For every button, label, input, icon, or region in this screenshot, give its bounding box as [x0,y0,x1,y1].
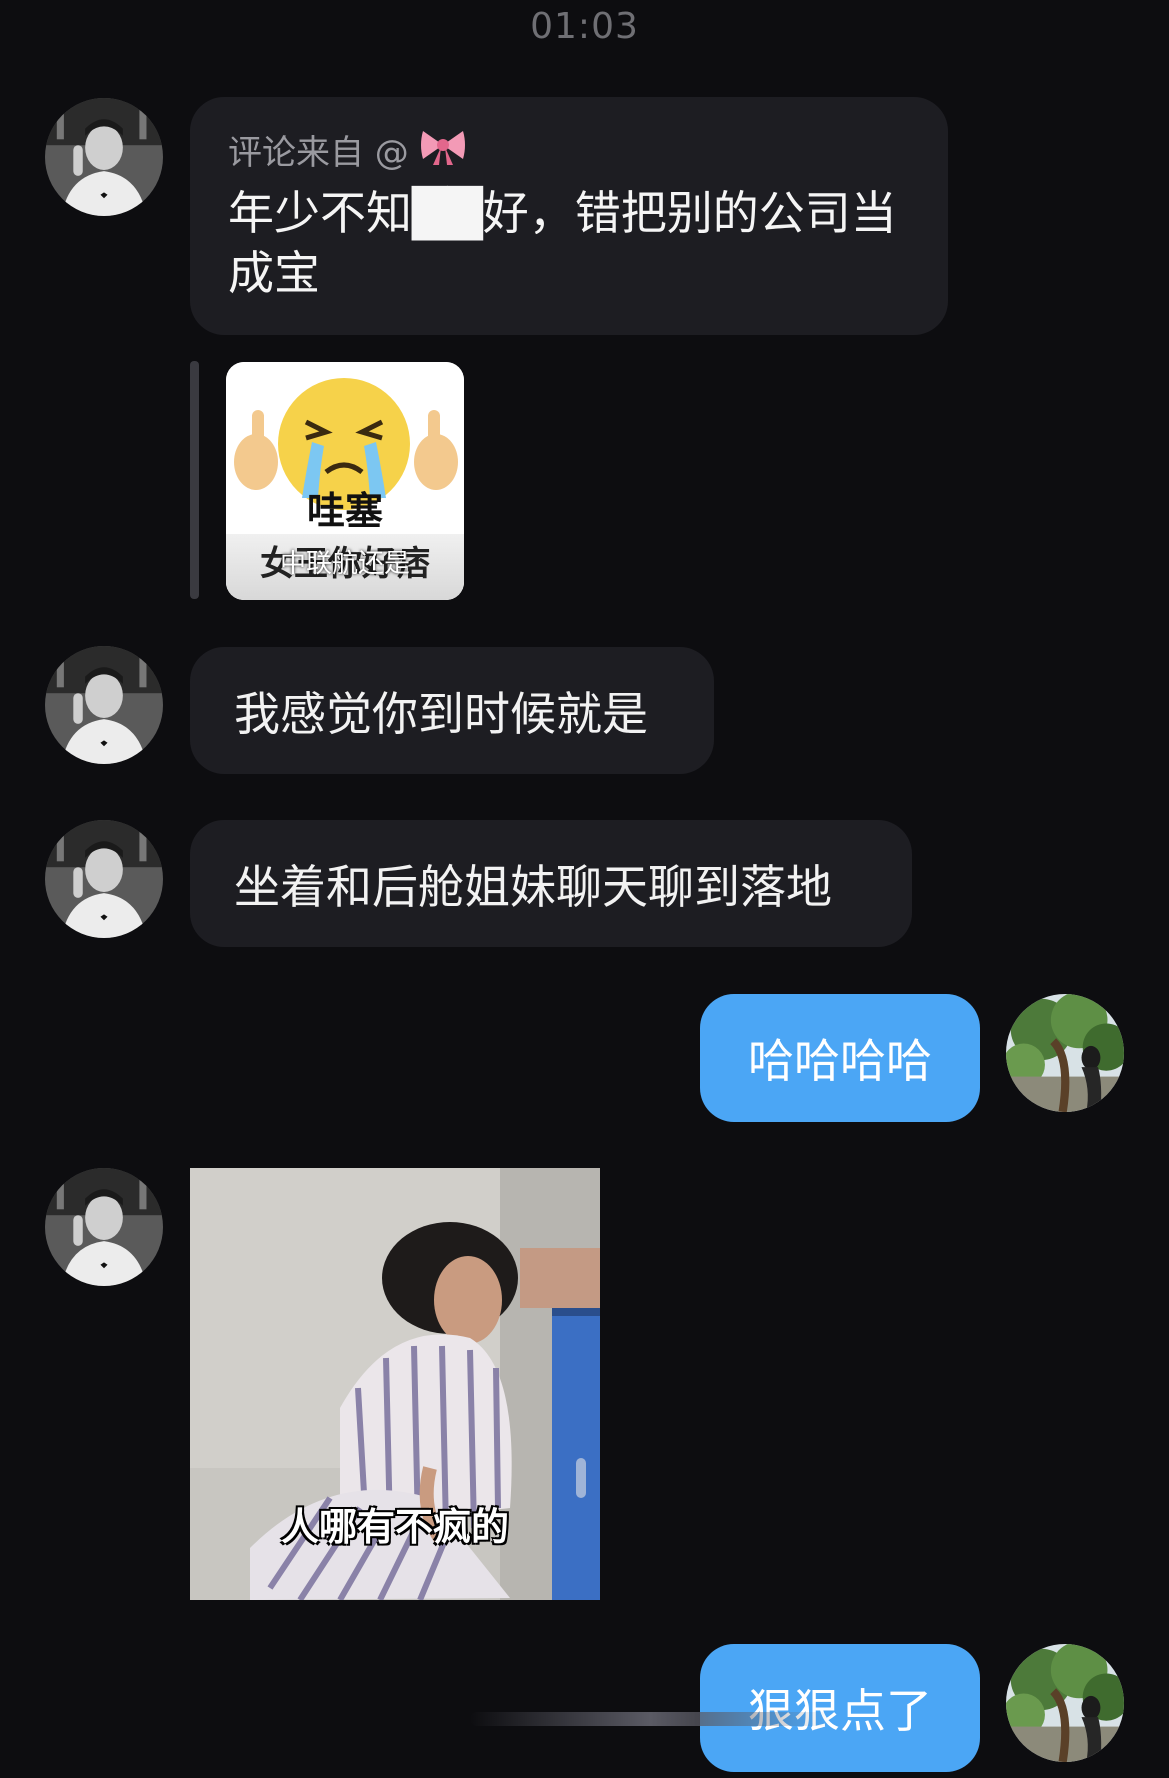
contact-avatar[interactable] [45,1168,163,1286]
message-text: 我感觉你到时候就是 [234,686,648,741]
quote-source: 评论来自 @ [228,125,910,174]
sticker-text-line1: 哇塞 [306,489,383,533]
message-text: 狠狠点了 [748,1684,932,1738]
outgoing-message[interactable]: 狠狠点了 [700,1644,980,1772]
contact-avatar[interactable] [45,98,163,216]
quoted-comment-bubble[interactable]: 评论来自 @ 年少不知██好，错把别的公司当成宝 [190,97,948,335]
bow-emoji-icon [419,125,467,174]
self-avatar[interactable] [1006,1644,1124,1762]
meme-image[interactable]: 人哪有不疯的 [190,1168,600,1600]
incoming-message[interactable]: 我感觉你到时候就是 [190,647,714,774]
quote-source-label: 评论来自 @ [228,132,409,173]
home-indicator[interactable] [470,1712,830,1726]
contact-avatar[interactable] [45,646,163,764]
incoming-message[interactable]: 坐着和后舱姐妹聊天聊到落地 [190,820,912,947]
timestamp: 01:03 [530,6,639,47]
self-avatar[interactable] [1006,994,1124,1112]
sticker-text-line2: 女王你好痞 中联航还是 [226,534,464,600]
contact-avatar[interactable] [45,820,163,938]
message-text: 哈哈哈哈 [748,1034,932,1088]
sticker-image[interactable]: 哇塞 女王你好痞 中联航还是 [226,362,464,600]
message-text: 坐着和后舱姐妹聊天聊到落地 [234,859,832,914]
sticker-overlay-text: 中联航还是 [279,549,410,579]
quote-text: 年少不知██好，错把别的公司当成宝 [228,186,897,300]
quote-indicator-bar [190,361,199,599]
meme-caption: 人哪有不疯的 [280,1505,509,1549]
outgoing-message[interactable]: 哈哈哈哈 [700,994,980,1122]
